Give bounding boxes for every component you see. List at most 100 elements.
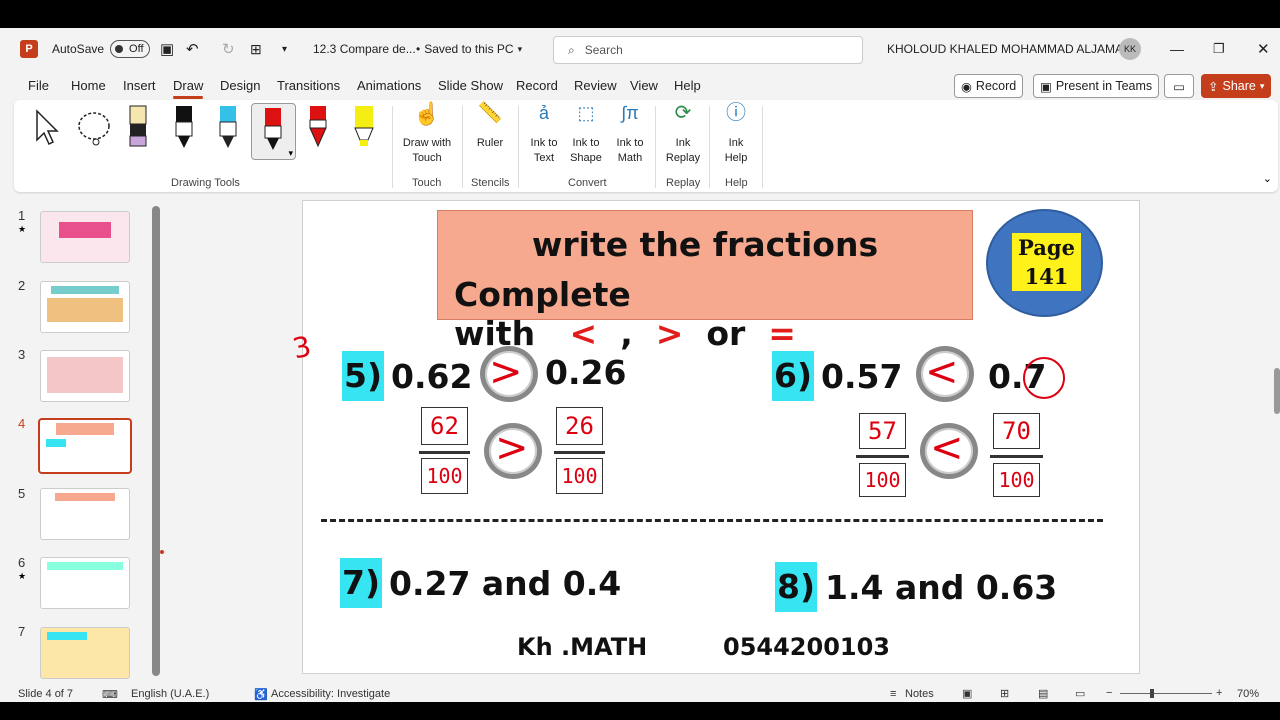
group-help: Help <box>725 177 748 189</box>
page-number: 141 <box>1024 264 1069 289</box>
tab-transitions[interactable]: Transitions <box>277 78 340 93</box>
autosave-control[interactable]: AutoSave Off <box>52 28 151 70</box>
red-pen-selected[interactable]: ▾ <box>251 103 296 160</box>
slide-thumbnail-4[interactable] <box>38 418 132 474</box>
black-pen-icon[interactable] <box>172 104 196 150</box>
language-indicator[interactable]: English (U.A.E.) <box>131 688 209 700</box>
accessibility-status[interactable]: Accessibility: Investigate <box>271 688 390 700</box>
tab-review[interactable]: Review <box>574 78 617 93</box>
dashed-separator <box>321 519 1103 522</box>
ink-to-math-button[interactable]: ∫π Ink to Math <box>610 104 650 166</box>
tab-animations[interactable]: Animations <box>357 78 421 93</box>
thumb-number: 5 <box>18 486 26 501</box>
record-button[interactable]: ◉ Record <box>954 74 1024 98</box>
red-pen-icon <box>264 108 282 150</box>
thumb-number: 3 <box>18 347 26 362</box>
comma: , <box>620 314 633 353</box>
autosave-label: AutoSave <box>52 42 105 56</box>
ink-to-math-label: Ink to Math <box>616 137 644 164</box>
thumbnail-scrollbar[interactable] <box>152 196 160 686</box>
undo-icon[interactable]: ↶ <box>186 28 199 70</box>
record-icon: ◉ <box>961 79 972 94</box>
zoom-slider[interactable] <box>1120 693 1212 694</box>
tab-help[interactable]: Help <box>674 78 701 93</box>
slide-counter[interactable]: Slide 4 of 7 <box>18 688 73 700</box>
search-input[interactable]: ⌕ Search <box>553 36 863 64</box>
slide-sorter-icon[interactable]: ⊞ <box>1000 687 1009 700</box>
draw-with-touch-button[interactable]: ☝ Draw with Touch <box>402 103 452 166</box>
share-button[interactable]: ⇪ Share ▾ <box>1201 74 1272 98</box>
question-5-value-a: 0.62 <box>391 357 473 396</box>
ink-help-label: Ink Help <box>724 137 748 164</box>
draw-ribbon: ▾ Drawing Tools ☝ Draw with Touch Touch 📏… <box>14 100 1278 192</box>
tab-slide-show[interactable]: Slide Show <box>438 78 503 93</box>
select-pointer-icon[interactable] <box>32 108 64 148</box>
eraser-icon[interactable] <box>126 104 150 150</box>
question-7-text: 0.27 and 0.4 <box>389 564 622 603</box>
minimize-icon[interactable]: — <box>1170 28 1184 70</box>
slide-canvas[interactable]: write the fractions Complete with < , > … <box>290 200 1140 674</box>
notes-button[interactable]: Notes <box>905 688 934 700</box>
save-status[interactable]: • Saved to this PC ▾ <box>416 28 522 70</box>
tab-draw[interactable]: Draw <box>173 78 204 99</box>
slide-thumbnail-2[interactable] <box>40 281 130 333</box>
q5-fraction-b-denominator: 100 <box>556 458 603 494</box>
slide-thumbnail-5[interactable] <box>40 488 130 540</box>
ink-greater-than: > <box>489 349 523 395</box>
zoom-level[interactable]: 70% <box>1237 688 1259 700</box>
file-name[interactable]: 12.3 Compare de... <box>313 28 416 70</box>
close-icon[interactable]: ✕ <box>1257 28 1270 70</box>
present-from-start-icon[interactable]: ⊞ <box>250 28 262 70</box>
spelling-icon[interactable]: ⌨ <box>102 688 118 701</box>
thumb-number: 4 <box>18 416 26 431</box>
autosave-toggle[interactable]: Off <box>110 40 151 58</box>
highlighter-icon[interactable] <box>350 104 378 150</box>
tab-design[interactable]: Design <box>220 78 260 93</box>
insertion-marker <box>160 550 164 554</box>
collapse-ribbon-icon[interactable]: ⌄ <box>1263 172 1272 185</box>
ink-help-button[interactable]: ⓘ Ink Help <box>718 102 754 166</box>
ruler-button[interactable]: 📏 Ruler <box>472 102 508 151</box>
redo-icon[interactable]: ↻ <box>222 28 235 70</box>
q5-fraction-b-numerator: 26 <box>556 407 603 445</box>
less-than-symbol: < <box>569 314 598 353</box>
ink-to-shape-button[interactable]: ⬚ Ink to Shape <box>568 104 604 166</box>
zoom-out-icon[interactable]: − <box>1106 687 1112 699</box>
slide-thumbnail-1[interactable] <box>40 211 130 263</box>
powerpoint-logo-icon: P <box>20 40 38 58</box>
present-in-teams-button[interactable]: ▣ Present in Teams <box>1033 74 1160 98</box>
tab-record[interactable]: Record <box>516 78 558 93</box>
title-line-2: Complete with < , > or = <box>454 275 974 353</box>
restore-icon[interactable]: ❐ <box>1213 28 1225 70</box>
slide-thumbnail-6[interactable] <box>40 557 130 609</box>
ruler-icon: 📏 <box>477 102 503 124</box>
slideshow-view-icon[interactable]: ▭ <box>1075 687 1085 700</box>
customize-qat-icon[interactable]: ▾ <box>282 28 287 70</box>
normal-view-icon[interactable]: ▣ <box>962 687 972 700</box>
group-replay: Replay <box>666 177 701 189</box>
reading-view-icon[interactable]: ▤ <box>1038 687 1048 700</box>
user-name[interactable]: KHOLOUD KHALED MOHAMMAD ALJAMAL <box>887 28 1130 70</box>
tab-view[interactable]: View <box>630 78 658 93</box>
help-icon: ⓘ <box>726 102 746 124</box>
comments-button[interactable]: ▭ <box>1164 74 1194 98</box>
powerpoint-window: P AutoSave Off ▣ ↶ ↻ ⊞ ▾ 12.3 Compare de.… <box>0 28 1280 702</box>
equals-symbol: = <box>768 314 796 353</box>
pen-dropdown-icon[interactable]: ▾ <box>288 148 293 159</box>
ink-replay-button[interactable]: ⟳ Ink Replay <box>664 103 702 166</box>
avatar[interactable]: KK <box>1119 38 1141 60</box>
ink-to-text-button[interactable]: ả Ink to Text <box>526 104 562 166</box>
zoom-slider-thumb[interactable] <box>1150 689 1154 698</box>
save-icon[interactable]: ▣ <box>160 28 174 70</box>
tab-insert[interactable]: Insert <box>123 78 156 93</box>
tab-file[interactable]: File <box>28 78 49 93</box>
slide-thumbnail-3[interactable] <box>40 350 130 402</box>
page-badge: Page 141 <box>986 209 1103 317</box>
slide-thumbnail-7[interactable] <box>40 627 130 679</box>
tab-home[interactable]: Home <box>71 78 106 93</box>
blue-pen-icon[interactable] <box>216 104 240 150</box>
lasso-select-icon[interactable] <box>74 108 114 148</box>
zoom-in-icon[interactable]: + <box>1216 687 1222 699</box>
red-pencil-icon[interactable] <box>306 104 330 150</box>
slide-scrollbar-thumb[interactable] <box>1274 368 1280 414</box>
